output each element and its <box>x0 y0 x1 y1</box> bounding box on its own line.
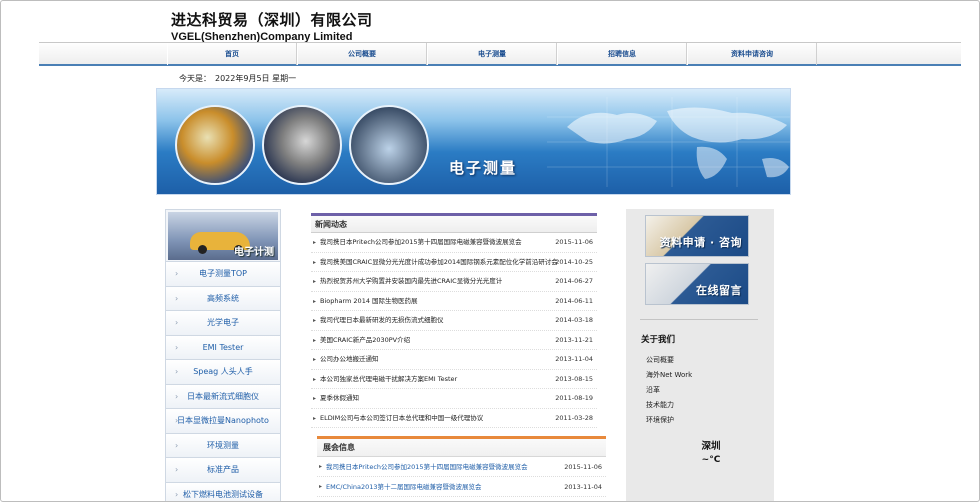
chevron-right-icon: › <box>175 293 179 303</box>
about-link-environment[interactable]: 环境保护 <box>646 413 692 428</box>
online-message-button[interactable]: 在线留言 <box>645 263 749 305</box>
chevron-right-icon: › <box>175 342 179 352</box>
bullet-icon: ▸ <box>313 336 317 344</box>
weather-city: 深圳 <box>701 441 721 452</box>
divider <box>640 319 758 320</box>
news-row[interactable]: ▸ 公司办公地搬迁通知 2013-11-04 <box>311 350 597 370</box>
info-request-label: 资料申请 · 咨询 <box>659 236 742 249</box>
menu-item-flow-cytometer[interactable]: › 日本最新流式细胞仪 <box>166 383 280 408</box>
menu-item-electronic-measurement-top[interactable]: › 电子测量TOP <box>166 261 280 286</box>
info-request-button[interactable]: 资料申请 · 咨询 <box>645 215 749 257</box>
left-sidebar: 电子计测 › 电子测量TOP › 高频系统 › 光学电子 › EMI Tester › S… <box>165 209 281 501</box>
measurement-instrument-photo <box>262 105 342 185</box>
news-row[interactable]: ▸ 我司携日本Pritech公司参加2015第十四届国际电磁兼容暨微波展览会 201… <box>311 233 597 253</box>
expo-header: 展会信息 <box>317 436 606 457</box>
nav-company-overview[interactable]: 公司概要 <box>297 43 427 65</box>
date-value: 2022年9月5日 星期一 <box>215 74 297 83</box>
nav-recruitment[interactable]: 招聘信息 <box>557 43 687 65</box>
menu-item-fuel-cell[interactable]: › 松下燃料电池测试设备 <box>166 481 280 501</box>
menu-item-optoelectronics[interactable]: › 光学电子 <box>166 310 280 335</box>
product-menu: › 电子测量TOP › 高频系统 › 光学电子 › EMI Tester › Speag … <box>166 261 280 501</box>
news-row[interactable]: ▸ 我司代理日本最新研发的无损伤流式细胞仪 2014-03-18 <box>311 311 597 331</box>
news-row[interactable]: ▸ ELDIM公司与本公司签订日本总代理和中国一级代理协议 2011-03-28 <box>311 409 597 428</box>
expo-row[interactable]: ▸ 我司携日本Pritech公司参加2015第十四届国际电磁兼容暨微波展览会 201… <box>317 457 606 477</box>
banner-title: 电子测量 <box>449 159 518 177</box>
about-link-company-overview[interactable]: 公司概要 <box>646 353 692 368</box>
car-test-photo: 电子计测 <box>168 212 278 260</box>
menu-item-environment[interactable]: › 环境测量 <box>166 432 280 457</box>
about-list: 公司概要 海外Net Work 沿革 技术能力 环境保护 <box>646 353 692 428</box>
bullet-icon: ▸ <box>313 239 317 246</box>
news-row[interactable]: ▸ 我司携美国CRAIC显微分光光度计成功参加2014国际钢系元素配位化学前沿研讨… <box>311 253 597 272</box>
news-header: 新闻动态 <box>311 213 597 233</box>
chevron-right-icon: › <box>175 416 179 425</box>
banner: 电子测量 <box>156 88 791 195</box>
bullet-icon: ▸ <box>313 278 317 285</box>
bullet-icon: ▸ <box>313 356 317 363</box>
bullet-icon: ▸ <box>313 414 317 422</box>
chevron-right-icon: › <box>175 489 179 499</box>
expo-row[interactable]: ▸ EMC/China2013第十二届国际电磁兼容暨微波展览会 2013-11-04 <box>317 477 606 497</box>
photo-caption: 电子计测 <box>234 247 274 258</box>
news-row[interactable]: ▸ 夏季休假通知 2011-08-19 <box>311 389 597 409</box>
news-section: 新闻动态 ▸ 我司携日本Pritech公司参加2015第十四届国际电磁兼容暨微波展… <box>311 213 597 428</box>
nav-electronic-measurement[interactable]: 电子测量 <box>427 43 557 65</box>
bullet-icon: ▸ <box>313 375 317 383</box>
date-label: 今天是： <box>179 74 211 83</box>
bullet-icon: ▸ <box>313 297 317 305</box>
news-row[interactable]: ▸ 美国CRAIC新产品2030PV介绍 2013-11-21 <box>311 331 597 350</box>
bullet-icon: ▸ <box>313 395 317 402</box>
menu-item-high-frequency[interactable]: › 高频系统 <box>166 285 280 310</box>
date-line: 今天是： 2022年9月5日 星期一 <box>179 73 300 84</box>
anechoic-chamber-photo <box>349 105 429 185</box>
menu-item-emi-tester[interactable]: › EMI Tester <box>166 334 280 359</box>
menu-item-speag[interactable]: › Speag 人头人手 <box>166 359 280 384</box>
news-row[interactable]: ▸ Biopharm 2014 国际生物医药展 2014-06-11 <box>311 292 597 311</box>
about-link-overseas-network[interactable]: 海外Net Work <box>646 368 692 383</box>
chevron-right-icon: › <box>175 318 179 327</box>
news-row[interactable]: ▸ 本公司独家总代理电磁干扰解决方案EMI Tester 2013-08-15 <box>311 370 597 389</box>
chevron-right-icon: › <box>175 367 179 376</box>
bullet-icon: ▸ <box>319 483 323 490</box>
main-nav: 首页 公司概要 电子测量 招聘信息 资料申请咨询 <box>39 42 961 66</box>
expo-section: 展会信息 ▸ 我司携日本Pritech公司参加2015第十四届国际电磁兼容暨微波展… <box>317 436 606 497</box>
weather-temperature: ~°C <box>701 455 721 465</box>
news-row[interactable]: ▸ 热烈祝贺苏州大学购置并安装国内最先进CRAIC显微分光光度计 2014-06-2… <box>311 272 597 292</box>
bullet-icon: ▸ <box>313 258 317 266</box>
world-map-graphic <box>547 97 790 187</box>
nav-info-request[interactable]: 资料申请咨询 <box>687 43 817 65</box>
right-sidebar: 资料申请 · 咨询 在线留言 关于我们 公司概要 海外Net Work 沿革 技… <box>626 209 774 501</box>
about-link-history[interactable]: 沿革 <box>646 383 692 398</box>
antenna-lab-photo <box>175 105 255 185</box>
bullet-icon: ▸ <box>313 317 317 324</box>
about-link-technical-capability[interactable]: 技术能力 <box>646 398 692 413</box>
chevron-right-icon: › <box>175 269 179 278</box>
nav-home[interactable]: 首页 <box>167 43 297 65</box>
about-title: 关于我们 <box>641 335 676 345</box>
company-name-cn: 进达科贸易（深圳）有限公司 <box>171 11 373 29</box>
online-message-label: 在线留言 <box>696 284 742 297</box>
chevron-right-icon: › <box>175 465 179 474</box>
menu-item-nanophoto[interactable]: › 日本显微拉曼Nanophoto <box>166 408 280 433</box>
bullet-icon: ▸ <box>319 463 323 470</box>
menu-item-standard-products[interactable]: › 标准产品 <box>166 457 280 482</box>
chevron-right-icon: › <box>175 391 179 401</box>
page-frame: 进达科贸易（深圳）有限公司 VGEL(Shenzhen)Company Limi… <box>0 0 980 502</box>
chevron-right-icon: › <box>175 440 179 450</box>
